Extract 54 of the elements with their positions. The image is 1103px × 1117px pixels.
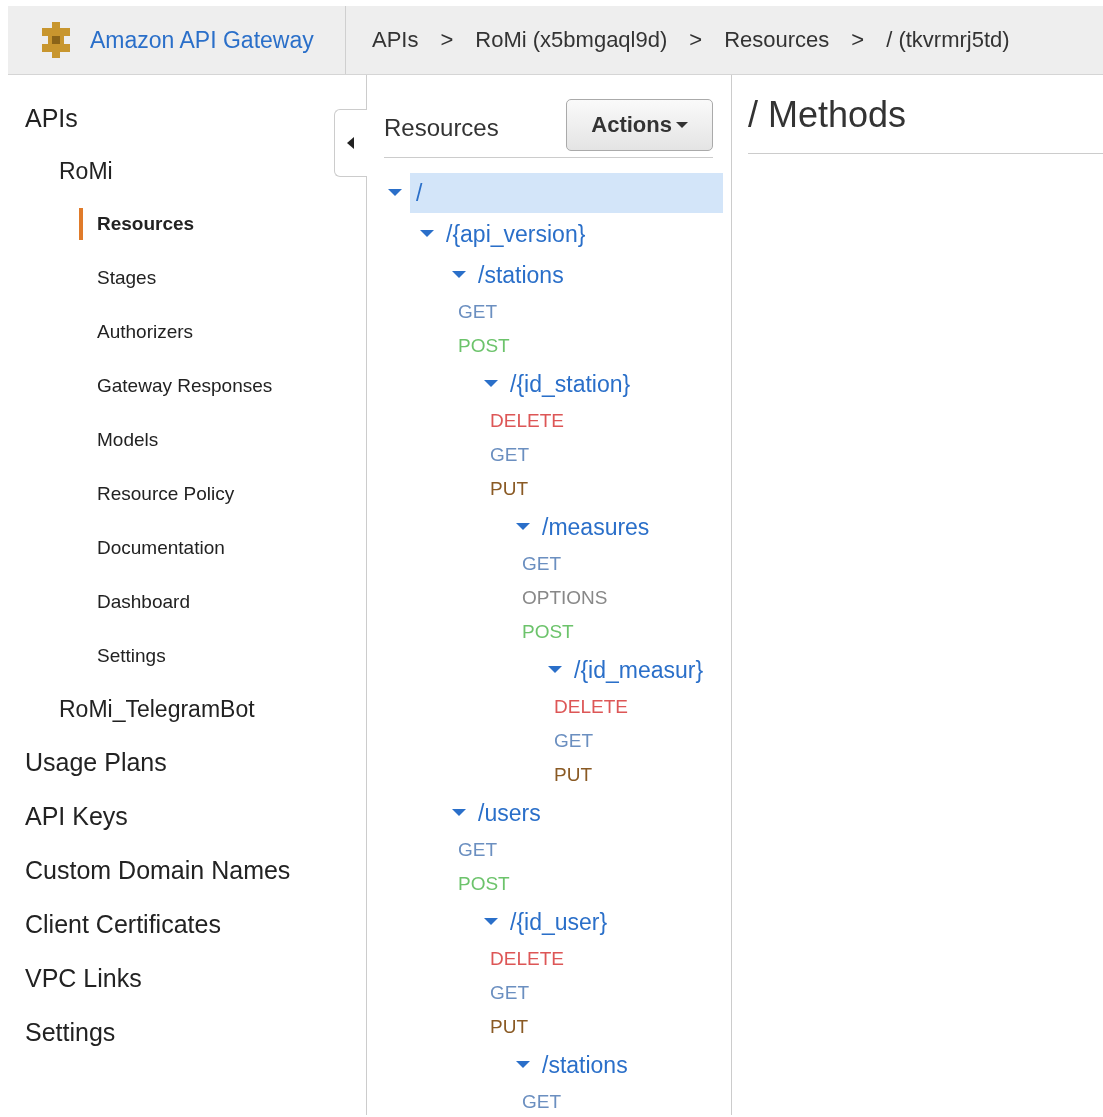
method-link[interactable]: OPTIONS: [522, 587, 608, 609]
sidebar-item[interactable]: Gateway Responses: [79, 359, 273, 413]
sidebar-item[interactable]: Client Certificates: [21, 897, 221, 951]
method-link[interactable]: DELETE: [490, 948, 564, 970]
sidebar-item[interactable]: Settings: [21, 1005, 116, 1059]
method-link[interactable]: GET: [490, 444, 530, 466]
sidebar-item[interactable]: Custom Domain Names: [21, 843, 291, 897]
sidebar-item[interactable]: VPC Links: [21, 951, 142, 1005]
sidebar-item[interactable]: Documentation: [79, 521, 225, 575]
actions-button[interactable]: Actions: [566, 99, 713, 151]
sidebar-item[interactable]: RoMi_TelegramBot: [55, 683, 255, 735]
resource-link[interactable]: /users: [478, 792, 545, 833]
method-link[interactable]: GET: [458, 839, 498, 861]
sidebar-item[interactable]: Usage Plans: [21, 735, 167, 789]
resource-link[interactable]: /stations: [542, 1044, 632, 1085]
breadcrumb-link[interactable]: Resources: [724, 27, 830, 53]
resource-link[interactable]: /{id_station}: [510, 363, 635, 404]
method-link[interactable]: PUT: [490, 478, 528, 500]
breadcrumb-separator: >: [689, 27, 703, 53]
sidebar-item[interactable]: Authorizers: [79, 305, 194, 359]
sidebar-item[interactable]: Settings: [79, 629, 166, 683]
product-link[interactable]: Amazon API Gateway: [90, 26, 314, 54]
caret-icon: [676, 122, 688, 128]
sidebar-item[interactable]: API Keys: [21, 789, 128, 843]
sidebar-item[interactable]: Models: [79, 413, 159, 467]
sidebar-item[interactable]: Dashboard: [79, 575, 190, 629]
breadcrumb-separator: >: [851, 27, 865, 53]
resource-link[interactable]: /{api_version}: [446, 213, 590, 254]
method-link[interactable]: DELETE: [490, 410, 564, 432]
method-link[interactable]: GET: [522, 1091, 562, 1113]
sidebar-item[interactable]: Resources: [79, 208, 195, 240]
breadcrumb-link[interactable]: APIs: [372, 27, 419, 53]
sidebar-item[interactable]: Resource Policy: [79, 467, 235, 521]
breadcrumb-separator: >: [440, 27, 454, 53]
method-link[interactable]: DELETE: [554, 696, 628, 718]
sidebar-item[interactable]: APIs: [21, 91, 78, 145]
method-link[interactable]: GET: [490, 982, 530, 1004]
resource-link[interactable]: /: [410, 172, 723, 213]
collapse-icon: [347, 137, 355, 149]
sidebar-item[interactable]: RoMi: [55, 145, 113, 197]
sidebar-item[interactable]: Stages: [79, 251, 157, 305]
breadcrumb-link[interactable]: RoMi (x5bmgaql9d): [475, 27, 668, 53]
method-link[interactable]: PUT: [554, 764, 592, 786]
methods-title: / Methods: [748, 93, 1103, 154]
resource-link[interactable]: /{id_measur}: [574, 649, 708, 690]
method-link[interactable]: GET: [458, 301, 498, 323]
method-link[interactable]: PUT: [490, 1016, 528, 1038]
resource-link[interactable]: /stations: [478, 254, 568, 295]
method-link[interactable]: GET: [522, 553, 562, 575]
breadcrumb-link[interactable]: / (tkvrmrj5td): [886, 27, 1010, 53]
resource-link[interactable]: /{id_user}: [510, 901, 612, 942]
resource-link[interactable]: /measures: [542, 506, 654, 547]
panel-title: Resources: [384, 114, 499, 142]
method-link[interactable]: GET: [554, 730, 594, 752]
